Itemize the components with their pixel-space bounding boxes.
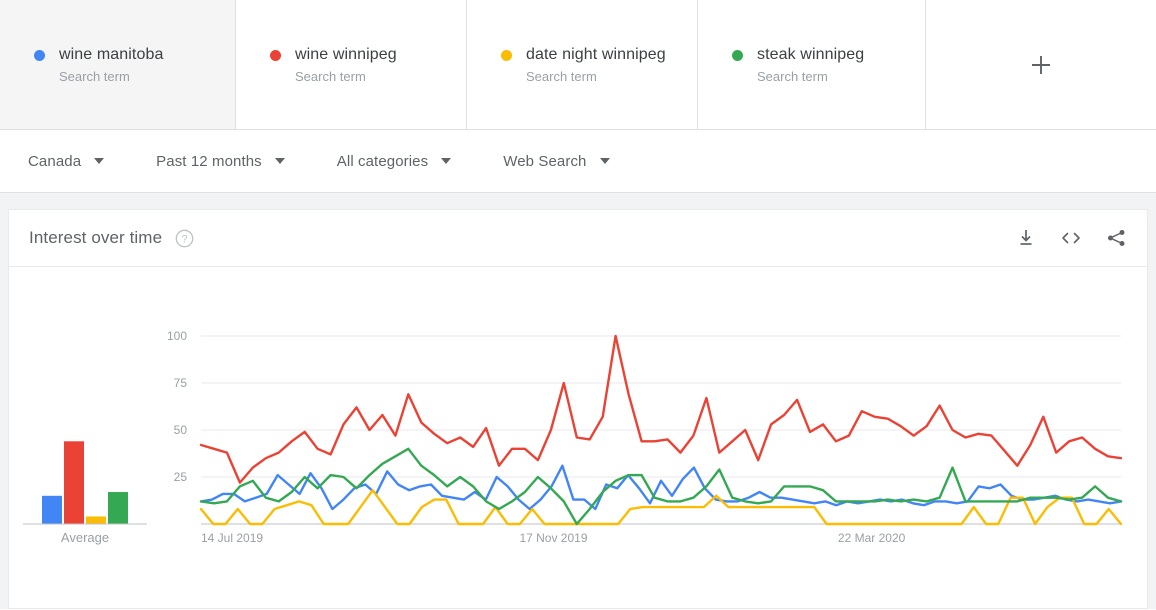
y-axis-tick-label: 100 — [167, 329, 187, 343]
term-name: date night winnipeg — [526, 46, 666, 63]
term-type: Search term — [59, 69, 130, 84]
term-line: wine winnipeg — [270, 46, 466, 64]
average-bar — [64, 441, 84, 524]
average-bar — [108, 492, 128, 524]
compare-card-0[interactable]: wine manitoba Search term — [0, 0, 236, 129]
chevron-down-icon — [274, 158, 285, 164]
chevron-down-icon — [599, 158, 610, 164]
interest-over-time-chart: Average 25 50 75 100 14 Jul 2019 17 Nov 2019 22… — [23, 329, 1123, 545]
average-bar — [86, 516, 106, 524]
filter-location[interactable]: Canada — [28, 152, 105, 170]
page-body: Interest over time ? Average 25 50 75 10… — [0, 193, 1156, 609]
svg-text:?: ? — [182, 233, 188, 245]
term-name: steak winnipeg — [757, 46, 865, 63]
filter-category[interactable]: All categories — [336, 152, 452, 170]
average-label: Average — [61, 530, 109, 545]
share-icon[interactable] — [1106, 228, 1127, 248]
series-color-dot — [34, 49, 45, 61]
filter-label: Past 12 months — [156, 152, 262, 170]
embed-icon[interactable] — [1060, 228, 1082, 248]
page-title: Interest over time — [29, 228, 163, 247]
term-line: wine manitoba — [34, 46, 235, 64]
x-axis-tick-label: 22 Mar 2020 — [838, 531, 906, 545]
chevron-down-icon — [94, 158, 105, 164]
term-type: Search term — [295, 69, 366, 84]
filter-label: Canada — [28, 152, 82, 170]
x-axis-tick-label: 14 Jul 2019 — [201, 531, 263, 545]
panel-header: Interest over time ? — [9, 210, 1147, 267]
download-icon[interactable] — [1016, 228, 1036, 248]
filter-label: All categories — [336, 152, 429, 170]
series-color-dot — [732, 49, 743, 61]
term-type: Search term — [526, 69, 597, 84]
term-line: steak winnipeg — [732, 46, 925, 64]
compare-card-3[interactable]: steak winnipeg Search term — [698, 0, 926, 129]
help-icon[interactable]: ? — [175, 229, 194, 248]
y-axis-tick-label: 25 — [174, 470, 188, 484]
filter-time-range[interactable]: Past 12 months — [156, 153, 285, 170]
compare-card-1[interactable]: wine winnipeg Search term — [236, 0, 467, 129]
x-axis-tick-label: 17 Nov 2019 — [519, 531, 587, 545]
series-line — [199, 334, 1123, 484]
compare-terms-row: wine manitoba Search term wine winnipeg … — [0, 0, 1156, 130]
interest-over-time-panel: Interest over time ? Average 25 50 75 10… — [8, 209, 1148, 609]
chart-area: Average 25 50 75 100 14 Jul 2019 17 Nov 2019 22… — [9, 267, 1147, 609]
term-name: wine manitoba — [59, 46, 164, 63]
filter-label: Web Search — [503, 152, 587, 170]
term-type: Search term — [757, 69, 828, 84]
y-axis-tick-label: 75 — [174, 376, 188, 390]
filter-bar: Canada Past 12 months All categories Web… — [0, 130, 1156, 193]
term-line: date night winnipeg — [501, 46, 697, 64]
filter-search-type[interactable]: Web Search — [503, 152, 610, 170]
y-axis-tick-label: 50 — [174, 423, 188, 437]
compare-card-2[interactable]: date night winnipeg Search term — [467, 0, 698, 129]
panel-actions — [1016, 228, 1127, 248]
chevron-down-icon — [441, 158, 452, 164]
series-line — [199, 488, 1123, 526]
add-comparison-button[interactable] — [926, 0, 1156, 129]
term-name: wine winnipeg — [295, 46, 397, 63]
series-color-dot — [501, 49, 512, 61]
series-color-dot — [270, 49, 281, 61]
plus-icon — [1032, 55, 1050, 74]
average-bar — [42, 495, 62, 524]
